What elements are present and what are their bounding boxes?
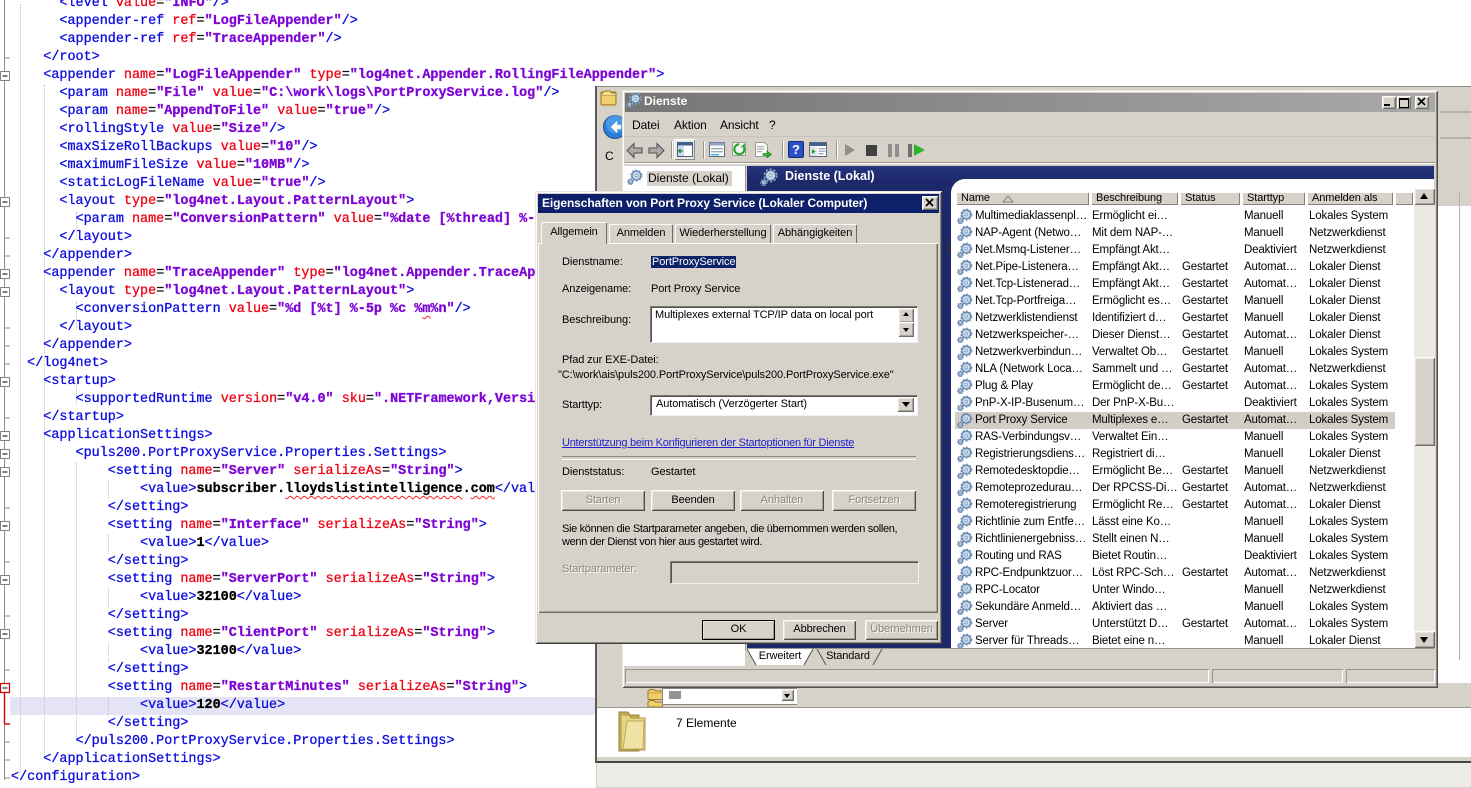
svg-text:?: ? xyxy=(792,142,800,157)
